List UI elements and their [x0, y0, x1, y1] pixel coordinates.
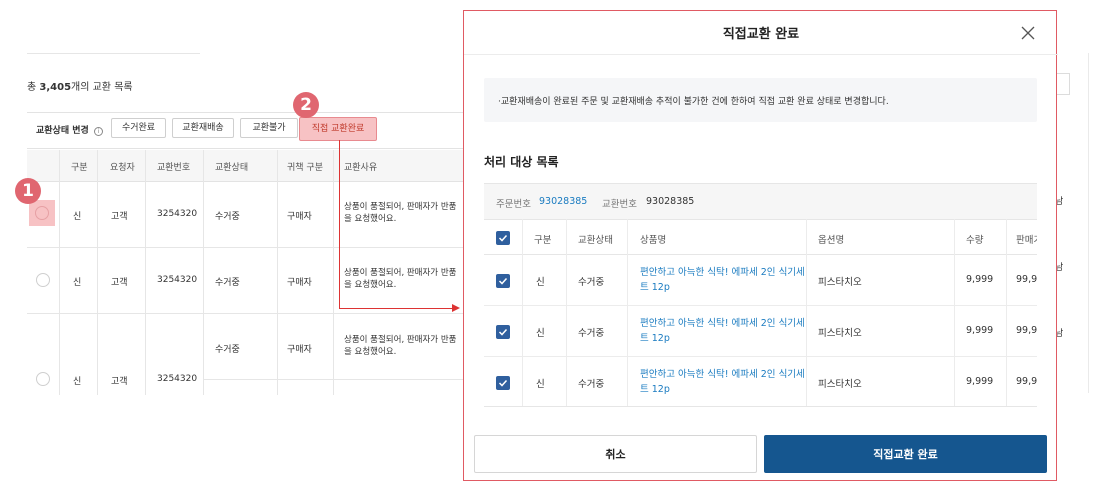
- status-change-bar: 교환상태 변경 i 수거완료 교환재배송 교환불가 직접 교환완료: [27, 113, 467, 149]
- row-reason: 상품이 품절되어, 판매자가 반품을 요청했어요.: [344, 202, 457, 224]
- col-option-name: 옵션명: [818, 235, 845, 246]
- row-select-radio[interactable]: [36, 273, 50, 287]
- info-icon[interactable]: i: [93, 127, 103, 136]
- row-fault: 구매자: [287, 345, 312, 355]
- step-badge-2: 2: [293, 92, 319, 118]
- step-badge-1: 1: [15, 178, 41, 204]
- row-price: 99,9: [1016, 325, 1037, 336]
- row-type: 신: [73, 278, 82, 288]
- row-type: 신: [536, 277, 545, 288]
- row-status: 수거중: [578, 277, 605, 288]
- close-icon[interactable]: [1019, 24, 1037, 42]
- row-exchange-number: 3254320: [157, 374, 198, 384]
- cancel-button[interactable]: 취소: [474, 435, 757, 473]
- notice-box: ·교환재배송이 완료된 주문 및 교환재배송 추적이 불가한 건에 한하여 직접…: [484, 78, 1037, 122]
- row-fault: 구매자: [287, 278, 312, 288]
- order-info-bar: 주문번호 93028385 교환번호 93028385: [484, 183, 1037, 219]
- col-price: 판매가: [1016, 235, 1037, 246]
- row-product-link[interactable]: 편안하고 아늑한 식탁! 에파세 2인 식기세트 12p: [640, 367, 805, 397]
- row-type: 신: [73, 377, 82, 387]
- row-quantity: 9,999: [966, 376, 994, 387]
- row-select-radio[interactable]: [36, 372, 50, 386]
- exchange-count: 총 3,405개의 교환 목록: [27, 82, 133, 93]
- row-exchange-number: 3254320: [157, 275, 198, 285]
- row-type: 신: [536, 379, 545, 390]
- row-type: 신: [73, 212, 82, 222]
- table-row: 신 수거중 편안하고 아늑한 식탁! 에파세 2인 식기세트 12p 피스타치오…: [484, 306, 1037, 357]
- col-exchange-status: 교환상태: [578, 235, 613, 246]
- exchange-number-label: 교환번호: [602, 199, 637, 210]
- target-table: 구분 교환상태 상품명 옵션명 수량 판매가 신 수거중 편안하고 아늑한 식탁…: [484, 219, 1037, 407]
- col-quantity: 수량: [966, 235, 984, 246]
- row-fault: 구매자: [287, 212, 312, 222]
- row-requester: 고객: [111, 278, 128, 288]
- col-exchange-number: 교환번호: [157, 163, 191, 173]
- row-checkbox[interactable]: [496, 325, 510, 339]
- row-checkbox[interactable]: [496, 376, 510, 390]
- row-requester: 고객: [111, 377, 128, 387]
- row-requester: 고객: [111, 212, 128, 222]
- col-fault: 귀책 구분: [287, 163, 323, 173]
- table-row: 신 수거중 편안하고 아늑한 식탁! 에파세 2인 식기세트 12p 피스타치오…: [484, 357, 1037, 406]
- row-checkbox[interactable]: [496, 274, 510, 288]
- direct-exchange-modal: 직접교환 완료 ·교환재배송이 완료된 주문 및 교환재배송 추적이 불가한 건…: [463, 10, 1058, 481]
- select-all-checkbox[interactable]: [496, 231, 510, 245]
- row-reason: 상품이 품절되어, 판매자가 반품을 요청했어요.: [344, 268, 457, 290]
- modal-title: 직접교환 완료: [722, 27, 800, 42]
- confirm-direct-exchange-button[interactable]: 직접교환 완료: [764, 435, 1047, 473]
- notice-text: ·교환재배송이 완료된 주문 및 교환재배송 추적이 불가한 건에 한하여 직접…: [498, 97, 889, 107]
- row-status: 수거중: [215, 278, 240, 288]
- row-select-radio-highlight: [29, 200, 55, 226]
- exchange-number-value: 93028385: [646, 196, 695, 207]
- section-title: 처리 대상 목록: [484, 155, 559, 169]
- row-option: 피스타치오: [818, 379, 862, 390]
- table-row: 신 수거중 편안하고 아늑한 식탁! 에파세 2인 식기세트 12p 피스타치오…: [484, 255, 1037, 306]
- col-type: 구분: [534, 235, 552, 246]
- status-change-label: 교환상태 변경 i: [36, 123, 103, 136]
- row-product-link[interactable]: 편안하고 아늑한 식탁! 에파세 2인 식기세트 12p: [640, 316, 805, 346]
- row-type: 신: [536, 328, 545, 339]
- row-status: 수거중: [578, 379, 605, 390]
- col-type: 구분: [71, 163, 88, 173]
- exchange-table: 교환상태 변경 i 수거완료 교환재배송 교환불가 직접 교환완료 구분 요청자…: [27, 112, 467, 395]
- annotation-arrow-head: [452, 304, 460, 312]
- annotation-arrow-line: [339, 308, 453, 309]
- row-product-link[interactable]: 편안하고 아늑한 식탁! 에파세 2인 식기세트 12p: [640, 265, 805, 295]
- row-quantity: 9,999: [966, 325, 994, 336]
- row-select-radio[interactable]: [35, 206, 49, 220]
- col-requester: 요청자: [110, 163, 135, 173]
- row-price: 99,9: [1016, 274, 1037, 285]
- panel-divider: [1088, 53, 1089, 393]
- col-reason: 교환사유: [344, 163, 378, 173]
- annotation-arrow-line: [339, 140, 340, 309]
- table-header: 구분 요청자 교환번호 교환상태 귀책 구분 교환사유: [27, 150, 467, 182]
- exchange-unavailable-button[interactable]: 교환불가: [240, 118, 298, 138]
- order-number-link[interactable]: 93028385: [539, 196, 587, 207]
- row-price: 99,9: [1016, 376, 1037, 387]
- tab-underline: [27, 53, 200, 54]
- col-exchange-status: 교환상태: [215, 163, 249, 173]
- row-status: 수거중: [215, 212, 240, 222]
- exchange-reship-button[interactable]: 교환재배송: [172, 118, 234, 138]
- row-quantity: 9,999: [966, 274, 994, 285]
- row-status: 수거중: [578, 328, 605, 339]
- col-product-name: 상품명: [640, 235, 667, 246]
- order-number-label: 주문번호: [496, 199, 531, 210]
- row-reason: 상품이 품절되어, 판매자가 반품을 요청했어요.: [344, 335, 457, 357]
- direct-exchange-complete-button[interactable]: 직접 교환완료: [299, 117, 377, 141]
- row-status: 수거중: [215, 345, 240, 355]
- pickup-complete-button[interactable]: 수거완료: [111, 118, 166, 138]
- row-option: 피스타치오: [818, 277, 862, 288]
- row-option: 피스타치오: [818, 328, 862, 339]
- row-exchange-number: 3254320: [157, 209, 198, 219]
